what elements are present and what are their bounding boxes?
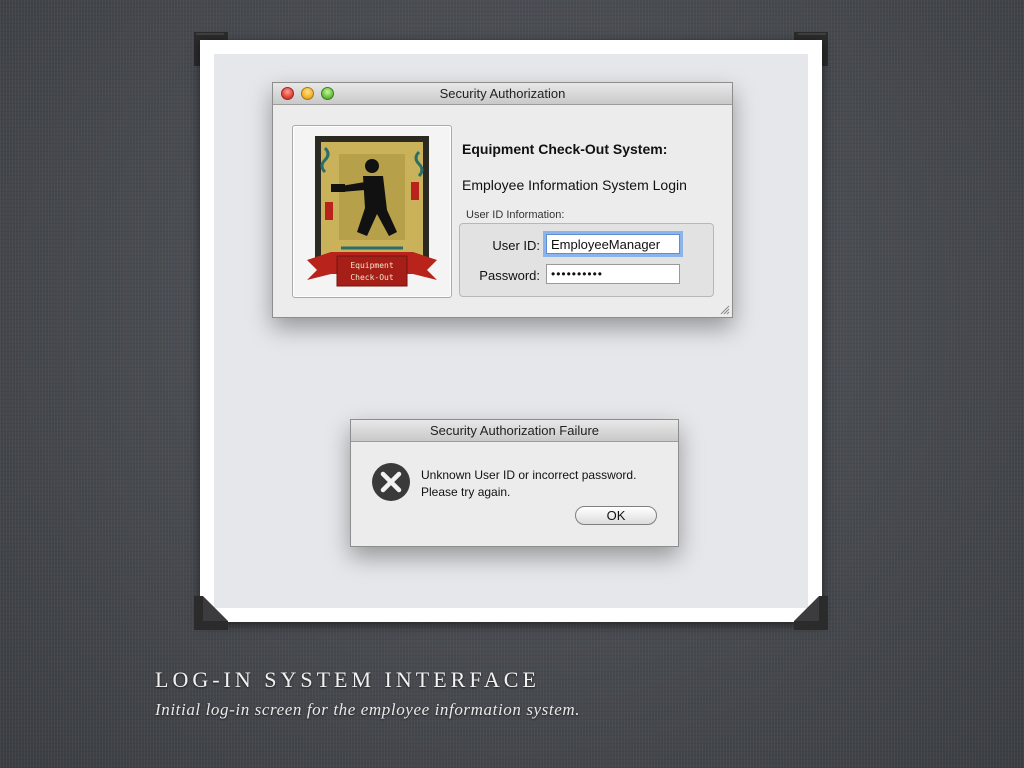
error-x-icon (372, 463, 410, 501)
system-heading: Equipment Check-Out System: (462, 141, 668, 157)
photo-frame: Security Authorization Equipment Check-O… (200, 40, 822, 622)
equipment-checkout-logo: Equipment Check-Out (307, 136, 437, 287)
login-window-title: Security Authorization (439, 86, 566, 101)
alert-titlebar[interactable]: Security Authorization Failure (351, 420, 678, 442)
login-window: Security Authorization Equipment Check-O… (272, 82, 733, 318)
screen-area: Security Authorization Equipment Check-O… (214, 54, 808, 608)
login-window-titlebar[interactable]: Security Authorization (273, 83, 732, 105)
user-id-input[interactable] (546, 234, 680, 254)
alert-message-line1: Unknown User ID or incorrect password. (421, 468, 637, 482)
zoom-button[interactable] (321, 87, 334, 100)
photo-corner-bottom-right (794, 596, 828, 630)
photo-corner-bottom-left (194, 596, 228, 630)
user-id-group-label: User ID Information: (466, 209, 565, 221)
close-button[interactable] (281, 87, 294, 100)
user-id-label: User ID: (492, 238, 540, 253)
resize-grip-icon[interactable] (720, 305, 730, 315)
alert-title: Security Authorization Failure (429, 423, 600, 438)
user-id-group: User ID: Password: (459, 223, 714, 297)
alert-message: Unknown User ID or incorrect password. P… (421, 467, 636, 501)
logo-text-line2: Check-Out (350, 273, 394, 282)
caption-title: LOG-IN SYSTEM INTERFACE (155, 667, 540, 692)
window-controls (281, 87, 334, 100)
logo-text-line1: Equipment (350, 261, 394, 270)
alert-dialog: Security Authorization Failure Unknown U… (350, 419, 679, 547)
password-label: Password: (479, 268, 540, 283)
ok-button[interactable]: OK (575, 506, 657, 525)
login-subheading: Employee Information System Login (462, 177, 687, 193)
minimize-button[interactable] (301, 87, 314, 100)
logo-panel: Equipment Check-Out (292, 125, 452, 298)
alert-message-line2: Please try again. (421, 485, 511, 499)
password-input[interactable] (546, 264, 680, 284)
caption-subtitle: Initial log-in screen for the employee i… (155, 700, 581, 719)
